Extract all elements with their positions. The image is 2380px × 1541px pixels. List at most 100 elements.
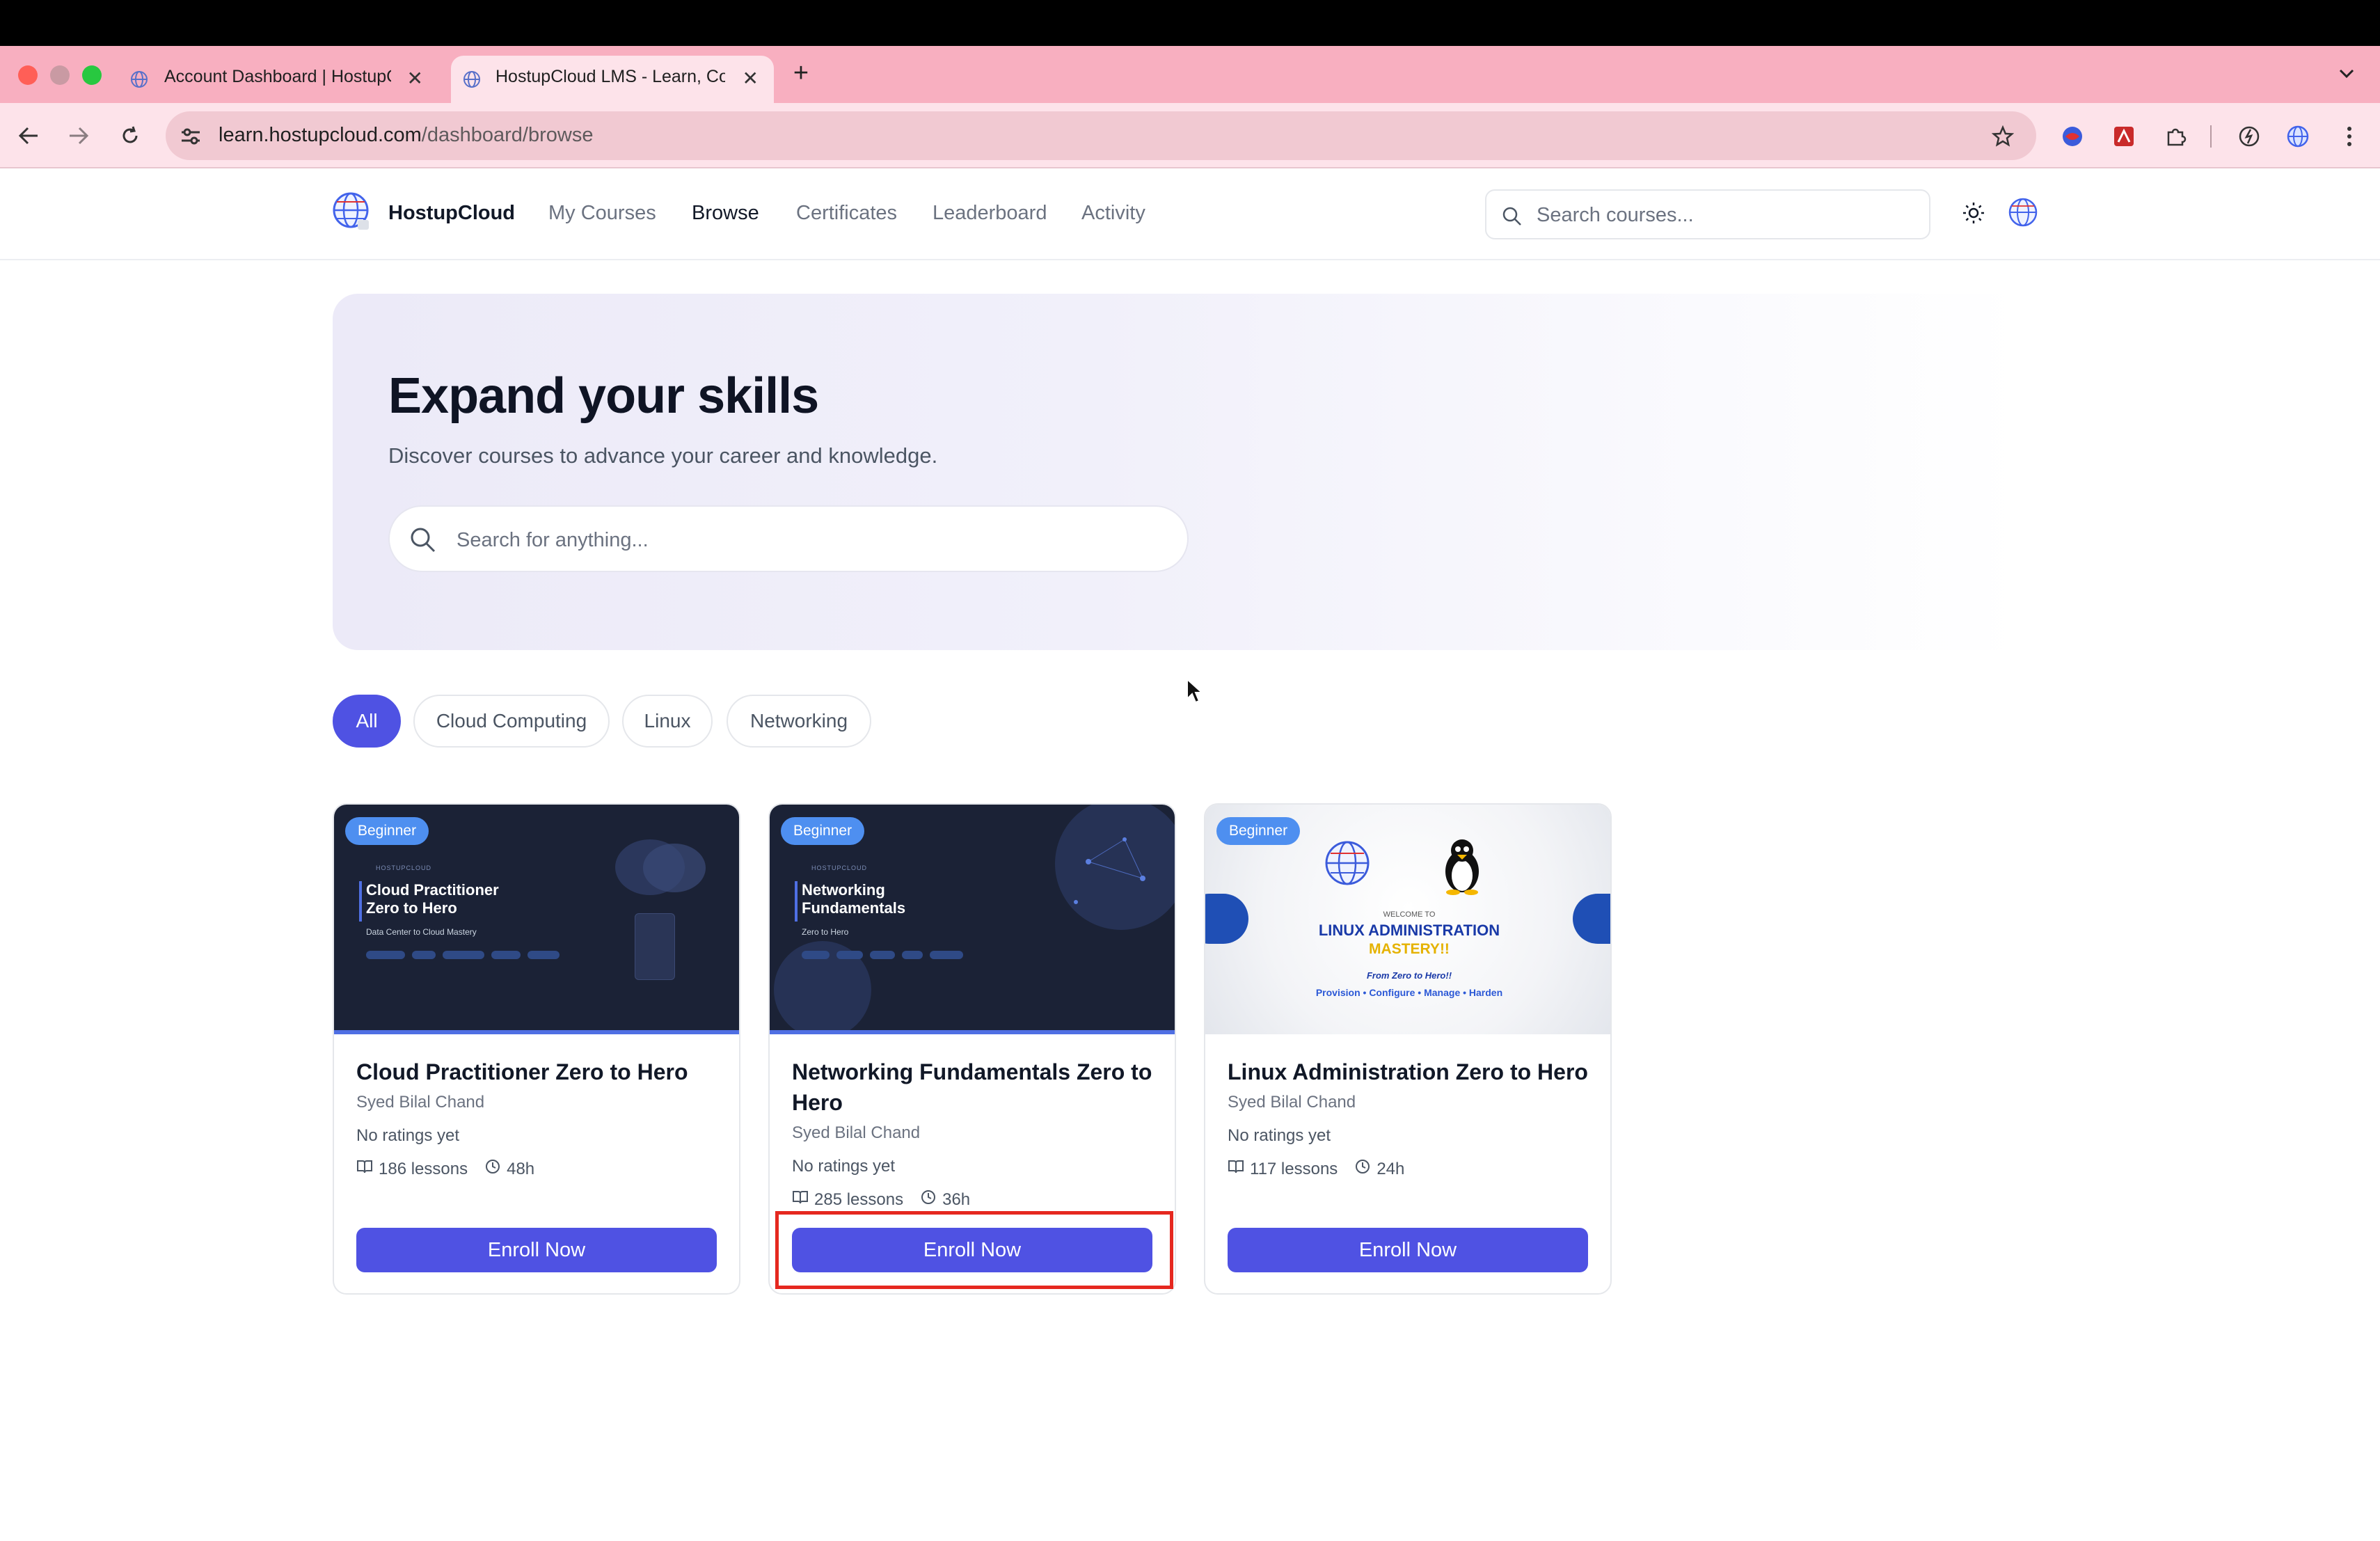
course-thumbnail[interactable]: WELCOME TO LINUX ADMINISTRATION MASTERY!… — [1205, 805, 1610, 1034]
thumb-title-line1: Networking — [802, 881, 885, 899]
category-all[interactable]: All — [333, 695, 401, 748]
lesson-count: 117 lessons — [1250, 1159, 1338, 1178]
toolbar-divider — [2210, 125, 2212, 148]
thumb-title-line1: Cloud Practitioner — [366, 881, 499, 899]
clock-icon — [484, 1158, 507, 1180]
nav-leaderboard[interactable]: Leaderboard — [933, 202, 1047, 225]
thumb-chip — [491, 951, 521, 959]
nav-search-box — [1485, 189, 1930, 239]
nav-certificates[interactable]: Certificates — [796, 202, 897, 225]
category-networking[interactable]: Networking — [727, 695, 871, 748]
thumb-chip — [802, 951, 830, 959]
course-meta: 186 lessons 48h — [356, 1158, 534, 1180]
theme-toggle-sun-icon[interactable] — [1961, 200, 1986, 229]
tab-account-dashboard[interactable]: Account Dashboard | HostupC ✕ — [118, 56, 438, 103]
extensions-puzzle-icon[interactable] — [2161, 123, 2189, 150]
course-title[interactable]: Linux Administration Zero to Hero — [1228, 1057, 1596, 1087]
book-icon — [792, 1190, 814, 1210]
level-badge: Beginner — [1216, 817, 1301, 845]
course-thumbnail[interactable]: HOSTUPCLOUD Cloud Practitioner Zero to H… — [334, 805, 739, 1034]
nav-browse[interactable]: Browse — [692, 202, 759, 225]
close-icon[interactable]: ✕ — [407, 67, 423, 90]
thumb-accent-bar — [359, 881, 362, 922]
brand-name[interactable]: HostupCloud — [388, 202, 515, 225]
url-path: /dashboard/browse — [421, 124, 594, 146]
lesson-count: 285 lessons — [814, 1190, 904, 1209]
category-cloud-computing[interactable]: Cloud Computing — [413, 695, 610, 748]
level-badge: Beginner — [345, 817, 429, 845]
course-duration: 48h — [507, 1159, 535, 1178]
course-title[interactable]: Cloud Practitioner Zero to Hero — [356, 1057, 725, 1087]
highlight-box — [775, 1211, 1173, 1289]
course-meta: 285 lessons 36h — [792, 1189, 970, 1210]
reload-icon[interactable] — [117, 123, 143, 149]
close-icon[interactable]: ✕ — [743, 67, 759, 90]
book-icon — [1228, 1159, 1250, 1179]
server-rack-icon — [635, 913, 675, 980]
new-tab-button[interactable]: + — [786, 58, 816, 88]
hero-search-input[interactable] — [457, 526, 1152, 554]
back-arrow-icon[interactable] — [15, 123, 42, 149]
thumb-chip — [902, 951, 923, 959]
performance-icon[interactable] — [2235, 123, 2263, 150]
cloud-decoration — [643, 844, 706, 892]
enroll-button[interactable]: Enroll Now — [356, 1228, 717, 1272]
thumb-tagline: Zero to Hero — [802, 927, 849, 937]
thumb-tagline: Data Center to Cloud Mastery — [366, 927, 477, 937]
thumb-welcome: WELCOME TO — [1383, 910, 1436, 919]
hero-subtitle: Discover courses to advance your career … — [388, 443, 938, 468]
profile-globe-icon[interactable] — [2284, 123, 2312, 150]
level-badge: Beginner — [781, 817, 865, 845]
course-author: Syed Bilal Chand — [1228, 1093, 1356, 1112]
extension-pinned-icon[interactable] — [2060, 124, 2085, 149]
site-settings-icon[interactable] — [177, 123, 205, 150]
category-linux[interactable]: Linux — [622, 695, 713, 748]
window-close-button[interactable] — [18, 65, 38, 85]
linux-penguin-icon — [1445, 839, 1479, 895]
globe-icon — [129, 70, 149, 94]
pdf-extension-icon[interactable] — [2111, 124, 2136, 149]
course-card-cloud-practitioner[interactable]: HOSTUPCLOUD Cloud Practitioner Zero to H… — [333, 803, 740, 1295]
forward-arrow-icon[interactable] — [65, 123, 92, 149]
brand-logo-icon[interactable] — [330, 189, 376, 239]
thumb-brand: HOSTUPCLOUD — [811, 864, 868, 871]
course-thumbnail[interactable]: HOSTUPCLOUD Networking Fundamentals Zero… — [770, 805, 1175, 1034]
course-author: Syed Bilal Chand — [792, 1123, 921, 1142]
thumb-pillars: Provision • Configure • Manage • Harden — [1315, 987, 1503, 998]
nav-activity[interactable]: Activity — [1081, 202, 1145, 225]
lesson-count: 186 lessons — [379, 1159, 468, 1178]
thumb-chip — [443, 951, 484, 959]
course-rating: No ratings yet — [1228, 1126, 1331, 1145]
clock-icon — [1354, 1158, 1377, 1180]
book-icon — [356, 1159, 379, 1179]
bookmark-star-icon[interactable] — [1989, 123, 2017, 150]
user-avatar-globe-icon[interactable] — [2007, 196, 2039, 232]
url-text[interactable]: learn.hostupcloud.com/dashboard/browse — [219, 124, 593, 147]
nav-search-input[interactable] — [1537, 202, 1912, 228]
thumb-title-line2: MASTERY!! — [1369, 941, 1450, 957]
os-menubar — [0, 0, 2380, 46]
tab-hostupcloud-lms[interactable]: HostupCloud LMS - Learn, Co ✕ — [451, 56, 774, 103]
thumb-brand: HOSTUPCLOUD — [376, 864, 432, 871]
url-domain: learn.hostupcloud.com — [219, 124, 422, 146]
network-graph-icon — [1074, 837, 1145, 904]
course-meta: 117 lessons 24h — [1228, 1158, 1404, 1180]
window-zoom-button[interactable] — [82, 65, 102, 85]
enroll-button[interactable]: Enroll Now — [1228, 1228, 1588, 1272]
hero-banner — [333, 294, 2021, 650]
course-title[interactable]: Networking Fundamentals Zero to Hero — [792, 1057, 1161, 1118]
window-minimize-button[interactable] — [50, 65, 70, 85]
hero-title: Expand your skills — [388, 368, 819, 424]
course-card-linux-administration[interactable]: WELCOME TO LINUX ADMINISTRATION MASTERY!… — [1204, 803, 1612, 1295]
course-duration: 24h — [1377, 1159, 1405, 1178]
tab-title: HostupCloud LMS - Learn, Co — [495, 67, 725, 86]
nav-my-courses[interactable]: My Courses — [548, 202, 656, 225]
course-author: Syed Bilal Chand — [356, 1093, 485, 1112]
thumb-chip — [412, 951, 436, 959]
search-icon — [409, 526, 437, 558]
thumb-chip — [930, 951, 963, 959]
tab-title: Account Dashboard | HostupC — [164, 67, 391, 86]
tab-search-chevron-icon[interactable] — [2333, 60, 2361, 88]
browser-menu-icon[interactable] — [2335, 123, 2363, 150]
hero-search-box — [388, 505, 1189, 572]
